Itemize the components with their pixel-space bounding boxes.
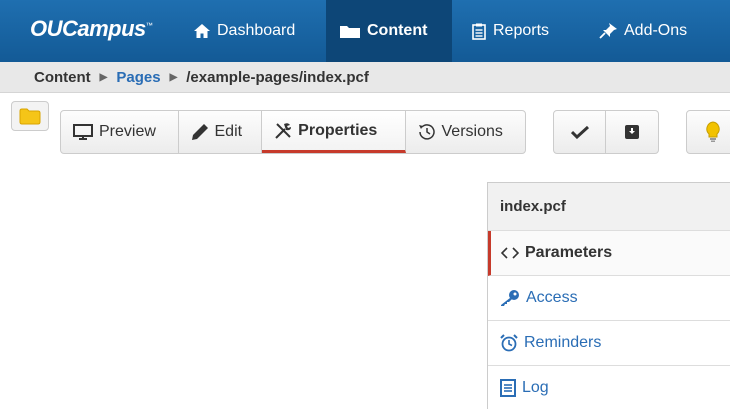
nav-dashboard[interactable]: Dashboard — [180, 0, 309, 62]
breadcrumb-current-path: /example-pages/index.pcf — [186, 68, 369, 86]
breadcrumb-separator-icon: ▶ — [169, 71, 178, 83]
nav-content-label: Content — [367, 22, 428, 39]
panel-item-label: Access — [526, 289, 578, 306]
properties-panel: index.pcf Parameters Access Reminders Lo… — [487, 182, 730, 409]
history-icon — [418, 124, 435, 140]
preview-button-label: Preview — [99, 123, 156, 140]
code-icon — [501, 247, 519, 259]
check-button[interactable] — [554, 111, 606, 153]
nav-dashboard-label: Dashboard — [217, 22, 296, 39]
properties-button-label: Properties — [298, 121, 378, 139]
app-logo[interactable]: OUCampus™ — [30, 16, 153, 42]
list-icon — [500, 379, 516, 397]
breadcrumb-pages[interactable]: Pages — [116, 69, 160, 86]
panel-item-access[interactable]: Access — [488, 276, 730, 321]
key-icon — [501, 290, 519, 306]
panel-item-label: Log — [522, 379, 549, 396]
folder-icon — [340, 26, 360, 38]
nav-add-ons-label: Add-Ons — [624, 22, 688, 39]
top-navigation-bar: OUCampus™ Dashboard Content Reports Add-… — [0, 0, 730, 62]
properties-button[interactable]: Properties — [262, 111, 406, 153]
logo-prefix: OU — [30, 16, 63, 41]
lightbulb-icon — [706, 121, 720, 142]
pin-icon — [599, 23, 617, 39]
breadcrumb-content[interactable]: Content — [34, 69, 91, 86]
archive-button[interactable] — [606, 111, 658, 153]
panel-title: index.pcf — [488, 183, 730, 231]
archive-icon — [625, 125, 639, 139]
home-icon — [194, 24, 210, 38]
edit-button-label: Edit — [214, 123, 243, 140]
breadcrumb-separator-icon: ▶ — [99, 71, 108, 83]
nav-reports[interactable]: Reports — [458, 0, 563, 62]
panel-item-label: Reminders — [524, 334, 602, 351]
clipboard-icon — [472, 23, 486, 40]
pencil-icon — [191, 124, 208, 140]
nav-reports-label: Reports — [493, 22, 550, 39]
panel-item-label: Parameters — [525, 244, 613, 261]
checkmark-icon — [570, 125, 589, 139]
panel-item-parameters[interactable]: Parameters — [488, 231, 730, 276]
page-view-toolbar: Preview Edit Properties Versions — [60, 110, 526, 154]
alarm-icon — [500, 334, 518, 352]
panel-item-reminders[interactable]: Reminders — [488, 321, 730, 366]
versions-button-label: Versions — [441, 123, 503, 140]
nav-add-ons[interactable]: Add-Ons — [585, 0, 701, 62]
breadcrumb: Content ▶ Pages ▶ /example-pages/index.p… — [0, 62, 730, 93]
monitor-icon — [73, 123, 93, 140]
tips-button[interactable] — [686, 110, 730, 154]
panel-item-log[interactable]: Log — [488, 366, 730, 409]
edit-button[interactable]: Edit — [179, 111, 263, 153]
page-action-toolbar — [553, 110, 659, 154]
versions-button[interactable]: Versions — [406, 111, 525, 153]
folder-icon — [19, 108, 41, 124]
nav-content[interactable]: Content — [326, 0, 452, 62]
tools-icon — [275, 122, 292, 139]
file-browser-button[interactable] — [11, 101, 49, 131]
logo-trademark: ™ — [145, 22, 153, 30]
preview-button[interactable]: Preview — [61, 111, 179, 153]
logo-suffix: Campus — [62, 16, 146, 41]
